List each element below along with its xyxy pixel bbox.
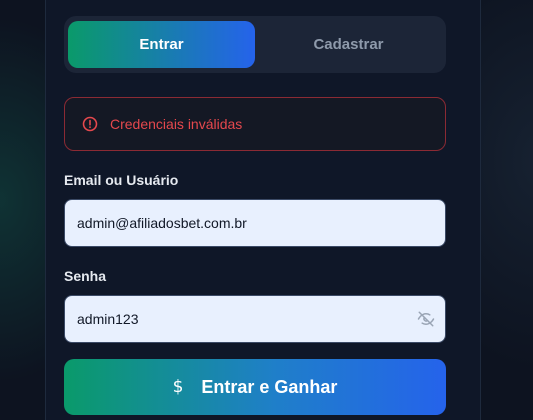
password-label: Senha [64,268,107,284]
tab-register[interactable]: Cadastrar [255,21,442,68]
email-label: Email ou Usuário [64,172,179,188]
dollar-icon: $ [172,377,184,397]
password-field-wrapper [64,295,446,343]
email-field-wrapper [64,199,446,247]
submit-label: Entrar e Ganhar [201,376,338,397]
auth-tabs: Entrar Cadastrar [64,16,446,73]
error-alert: Credenciais inválidas [64,97,446,151]
submit-button[interactable]: $ Entrar e Ganhar [64,359,446,415]
error-message: Credenciais inválidas [110,116,243,132]
eye-off-icon[interactable] [417,310,435,328]
email-field[interactable] [65,199,399,247]
tab-login[interactable]: Entrar [68,21,255,68]
password-field[interactable] [65,295,399,343]
alert-circle-icon [82,116,98,132]
